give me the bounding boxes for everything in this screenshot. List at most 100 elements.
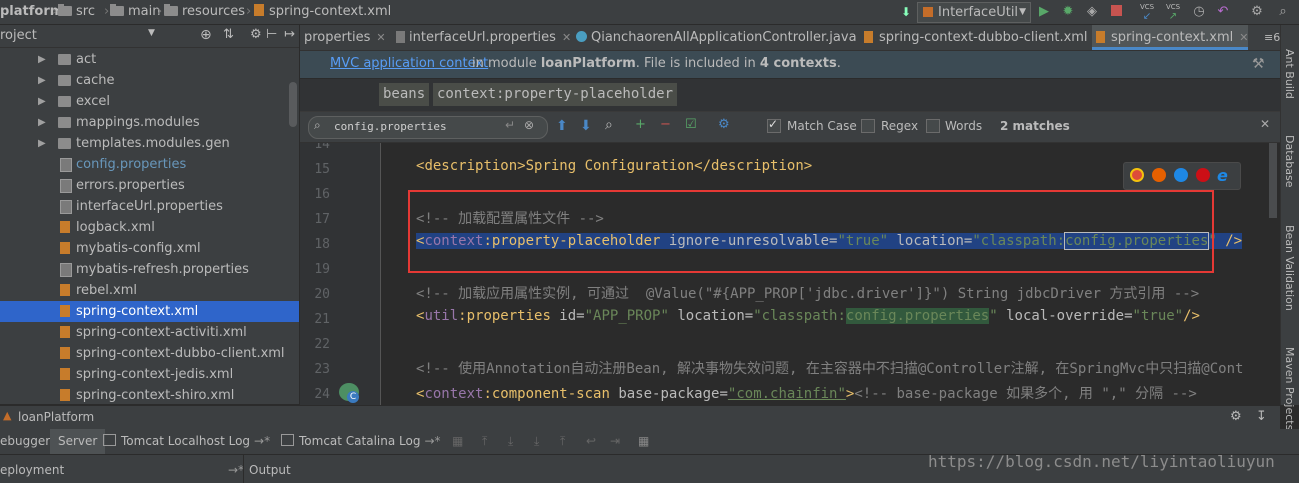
hide-panel-icon[interactable]: ↧ [1256, 409, 1267, 424]
search-everywhere-icon[interactable]: ⌕ [1274, 3, 1292, 21]
force-step-icon[interactable]: ⤓ [534, 429, 539, 454]
project-panel-title[interactable]: roject [0, 28, 37, 43]
tree-item[interactable]: spring-context.xml [0, 301, 299, 322]
expand-arrow-icon[interactable]: ▶ [38, 133, 46, 154]
match-case-checkbox[interactable]: ✓ [767, 117, 781, 133]
tree-item[interactable]: spring-context-shiro.xml [0, 385, 299, 404]
pin-icon[interactable]: →* [424, 434, 440, 448]
stop-icon[interactable] [1107, 3, 1125, 21]
step-into-icon[interactable]: ⤓ [508, 429, 513, 454]
step-out-icon[interactable]: ⤒ [560, 429, 565, 454]
project-scrollbar[interactable] [289, 82, 297, 127]
gear-icon[interactable]: ⚙ [1230, 409, 1242, 424]
tab-spring-context-xml[interactable]: spring-context.xml ✕ [1092, 25, 1249, 50]
run-config-select[interactable]: InterfaceUtil ▼ [917, 2, 1031, 23]
deployment-label[interactable]: eployment [0, 463, 64, 477]
tree-item[interactable]: ▶ cache [0, 70, 299, 91]
vcs-commit-icon[interactable]: VCS ↗ [1164, 3, 1182, 22]
tree-item[interactable]: mybatis-refresh.properties [0, 259, 299, 280]
restore-layout-icon[interactable]: ▦ [452, 429, 463, 454]
breadcrumb-item-main[interactable]: main [110, 3, 160, 21]
tab-interfaceurl-properties[interactable]: interfaceUrl.properties ✕ [392, 25, 571, 50]
settings-icon[interactable]: ⚙ [1248, 3, 1266, 21]
maven-projects-tab[interactable]: Maven Projects [1283, 347, 1296, 430]
tab-server[interactable]: Server [50, 429, 106, 454]
close-icon[interactable]: ✕ [376, 31, 385, 44]
drop-frame-icon[interactable]: ↩ [586, 429, 596, 454]
regex-checkbox[interactable] [861, 119, 875, 133]
clear-icon[interactable]: ⊗ [524, 118, 534, 132]
vcs-update-icon[interactable]: VCS ↙ [1138, 3, 1156, 22]
run-icon[interactable]: ▶ [1035, 3, 1053, 21]
next-match-icon[interactable]: ⬇ [580, 118, 592, 134]
tree-item[interactable]: spring-context-activiti.xml [0, 322, 299, 343]
chrome-icon[interactable] [1130, 168, 1144, 182]
step-over-icon[interactable]: ⤒ [482, 429, 487, 454]
wrench-icon[interactable]: ⚒ [1252, 51, 1265, 77]
close-icon[interactable]: ✕ [1239, 31, 1248, 44]
tree-item[interactable]: spring-context-jedis.xml [0, 364, 299, 385]
bean-validation-tab[interactable]: Bean Validation [1283, 225, 1296, 311]
mvc-context-link[interactable]: MVC application context [330, 51, 488, 77]
firefox-icon[interactable] [1152, 168, 1166, 182]
history-icon[interactable]: ◷ [1190, 3, 1208, 21]
find-all-icon[interactable]: ⌕ [605, 117, 613, 133]
gear-icon[interactable]: ⚙ [250, 27, 262, 42]
expand-arrow-icon[interactable]: ▶ [38, 49, 46, 70]
evaluate-icon[interactable]: ▦ [638, 429, 649, 454]
safari-icon[interactable] [1174, 168, 1188, 182]
tree-item[interactable]: ▶ excel [0, 91, 299, 112]
hide-panel-icon[interactable]: ↦ [284, 27, 295, 42]
context-marker-icon[interactable]: C [347, 391, 359, 403]
locate-icon[interactable]: ⊕ [200, 27, 212, 43]
ie-icon[interactable]: e [1217, 166, 1228, 185]
tree-item[interactable]: mybatis-config.xml [0, 238, 299, 259]
pin-icon[interactable]: →* [228, 463, 244, 477]
collapse-icon[interactable]: ⇅ [223, 27, 234, 42]
words-checkbox[interactable] [926, 119, 940, 133]
tab-controller-java[interactable]: QianchaorenAllApplicationController.java… [572, 25, 872, 50]
tree-item[interactable]: interfaceUrl.properties [0, 196, 299, 217]
previous-match-icon[interactable]: ⬆ [556, 118, 568, 134]
tab-tomcat-catalina-log[interactable]: Tomcat Catalina Log →* [281, 429, 441, 454]
breadcrumb-item-file[interactable]: spring-context.xml [254, 3, 391, 21]
tab-dubbo-client-xml[interactable]: spring-context-dubbo-client.xml✕ [860, 25, 1103, 50]
add-occurrence-icon[interactable]: + [635, 117, 646, 132]
tree-item[interactable]: logback.xml [0, 217, 299, 238]
breadcrumb-item-src[interactable]: src [58, 3, 95, 21]
build-arrow-icon[interactable]: ⬇ [897, 3, 915, 21]
breadcrumb-item-resources[interactable]: resources [164, 3, 245, 21]
panel-settings-icon[interactable]: ⊢ [266, 27, 277, 42]
tree-item[interactable]: rebel.xml [0, 280, 299, 301]
tree-item[interactable]: config.properties [0, 154, 299, 175]
revert-icon[interactable]: ↶ [1214, 3, 1232, 21]
tree-item[interactable]: errors.properties [0, 175, 299, 196]
search-input[interactable]: config.properties [334, 120, 447, 133]
remove-occurrence-icon[interactable]: − [660, 117, 671, 132]
debug-icon[interactable]: ✹ [1059, 3, 1077, 21]
search-field[interactable]: ⌕ config.properties ↵ ⊗ [308, 116, 548, 139]
ant-build-tab[interactable]: Ant Build [1283, 49, 1296, 99]
tab-properties[interactable]: properties ✕ [300, 25, 386, 50]
opera-icon[interactable] [1196, 168, 1210, 182]
tree-item[interactable]: spring-context-dubbo-client.xml [0, 343, 299, 364]
editor-scrollbar[interactable] [1266, 143, 1280, 405]
coverage-icon[interactable]: ◈ [1083, 3, 1101, 21]
chevron-down-icon[interactable]: ▼ [148, 28, 155, 38]
expand-arrow-icon[interactable]: ▶ [38, 91, 46, 112]
select-all-occurrences-icon[interactable]: ☑ [685, 117, 697, 132]
filter-settings-icon[interactable]: ⚙ [718, 117, 730, 132]
tag-property-placeholder[interactable]: context:property-placeholder [433, 83, 678, 106]
database-tab[interactable]: Database [1283, 135, 1296, 188]
tree-item[interactable]: ▶ mappings.modules [0, 112, 299, 133]
pin-icon[interactable]: →* [254, 434, 270, 448]
tab-tomcat-localhost-log[interactable]: Tomcat Localhost Log →* [103, 429, 270, 454]
close-icon[interactable]: ✕ [562, 31, 571, 44]
tree-item[interactable]: ▶ templates.modules.gen [0, 133, 299, 154]
expand-arrow-icon[interactable]: ▶ [38, 70, 46, 91]
tag-beans[interactable]: beans [379, 83, 430, 106]
run-to-cursor-icon[interactable]: ⇥ [610, 429, 620, 454]
expand-arrow-icon[interactable]: ▶ [38, 112, 46, 133]
tab-debugger[interactable]: ebugger [0, 429, 50, 454]
tabs-overflow[interactable]: ≡6 [1260, 25, 1280, 50]
